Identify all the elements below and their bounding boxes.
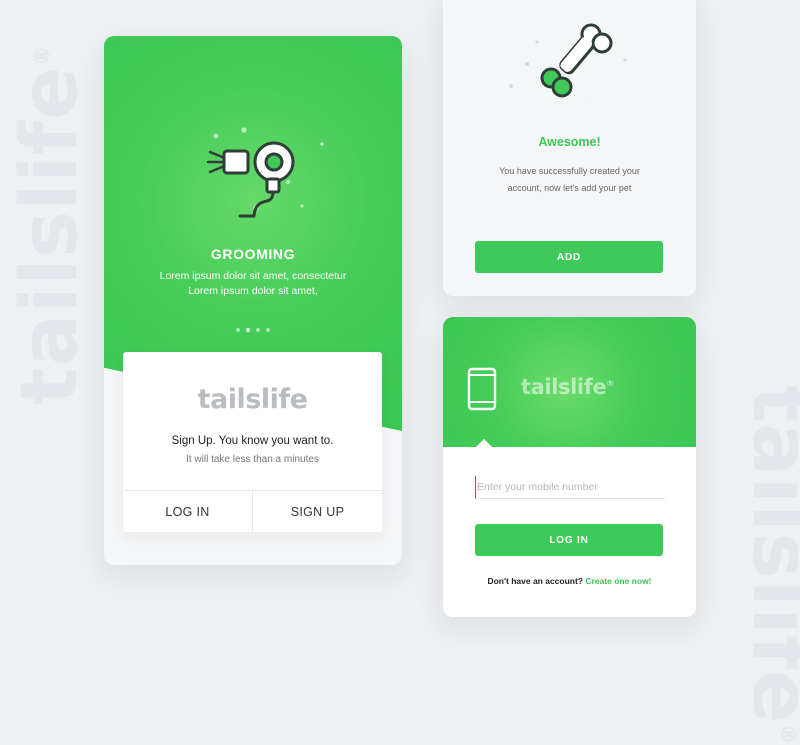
login-card: tailslife® LOG IN Don't have an account?… (443, 317, 696, 617)
description-line-2: Lorem ipsum dolor sit amet, (104, 284, 402, 299)
pagination-dot[interactable] (256, 328, 260, 332)
pagination-dot-active[interactable] (246, 328, 250, 332)
hero-notch (475, 439, 493, 448)
create-account-prompt: Don't have an account? Create one now! (443, 576, 696, 586)
login-button[interactable]: LOG IN (123, 491, 252, 533)
onboarding-title: GROOMING (104, 246, 402, 262)
success-message: You have successfully created your accou… (443, 163, 696, 197)
create-account-link[interactable]: Create one now! (585, 576, 651, 586)
add-pet-button[interactable]: ADD (475, 241, 663, 273)
onboarding-card: GROOMING Lorem ipsum dolor sit amet, con… (104, 36, 402, 565)
signup-button[interactable]: SIGN UP (252, 491, 382, 533)
pagination-dot[interactable] (266, 328, 270, 332)
no-account-text: Don't have an account? (487, 576, 583, 586)
login-submit-button[interactable]: LOG IN (475, 524, 663, 556)
signup-subtitle: It will take less than a minutes (123, 454, 382, 465)
auth-button-row: LOG IN SIGN UP (123, 490, 382, 533)
brand-logo: tailslife (123, 384, 382, 415)
success-card: Awesome! You have successfully created y… (443, 0, 696, 296)
pagination-dot[interactable] (236, 328, 240, 332)
bone-icon (505, 12, 635, 102)
login-brand-logo: tailslife® (521, 375, 614, 399)
background-watermark-right: tailslife® (735, 385, 800, 645)
success-title: Awesome! (443, 135, 696, 149)
success-message-line-1: You have successfully created your (443, 163, 696, 180)
pagination-dots (104, 328, 402, 332)
signup-panel: tailslife Sign Up. You know you want to.… (123, 352, 382, 532)
mobile-number-input[interactable] (475, 476, 665, 499)
phone-icon (467, 367, 497, 411)
background-watermark-left: tailslife® (5, 145, 95, 405)
onboarding-description: Lorem ipsum dolor sit amet, consectetur … (104, 269, 402, 299)
hair-dryer-icon (200, 122, 330, 232)
success-message-line-2: account, now let's add your pet (443, 180, 696, 197)
description-line-1: Lorem ipsum dolor sit amet, consectetur (104, 269, 402, 284)
signup-title: Sign Up. You know you want to. (123, 435, 382, 447)
